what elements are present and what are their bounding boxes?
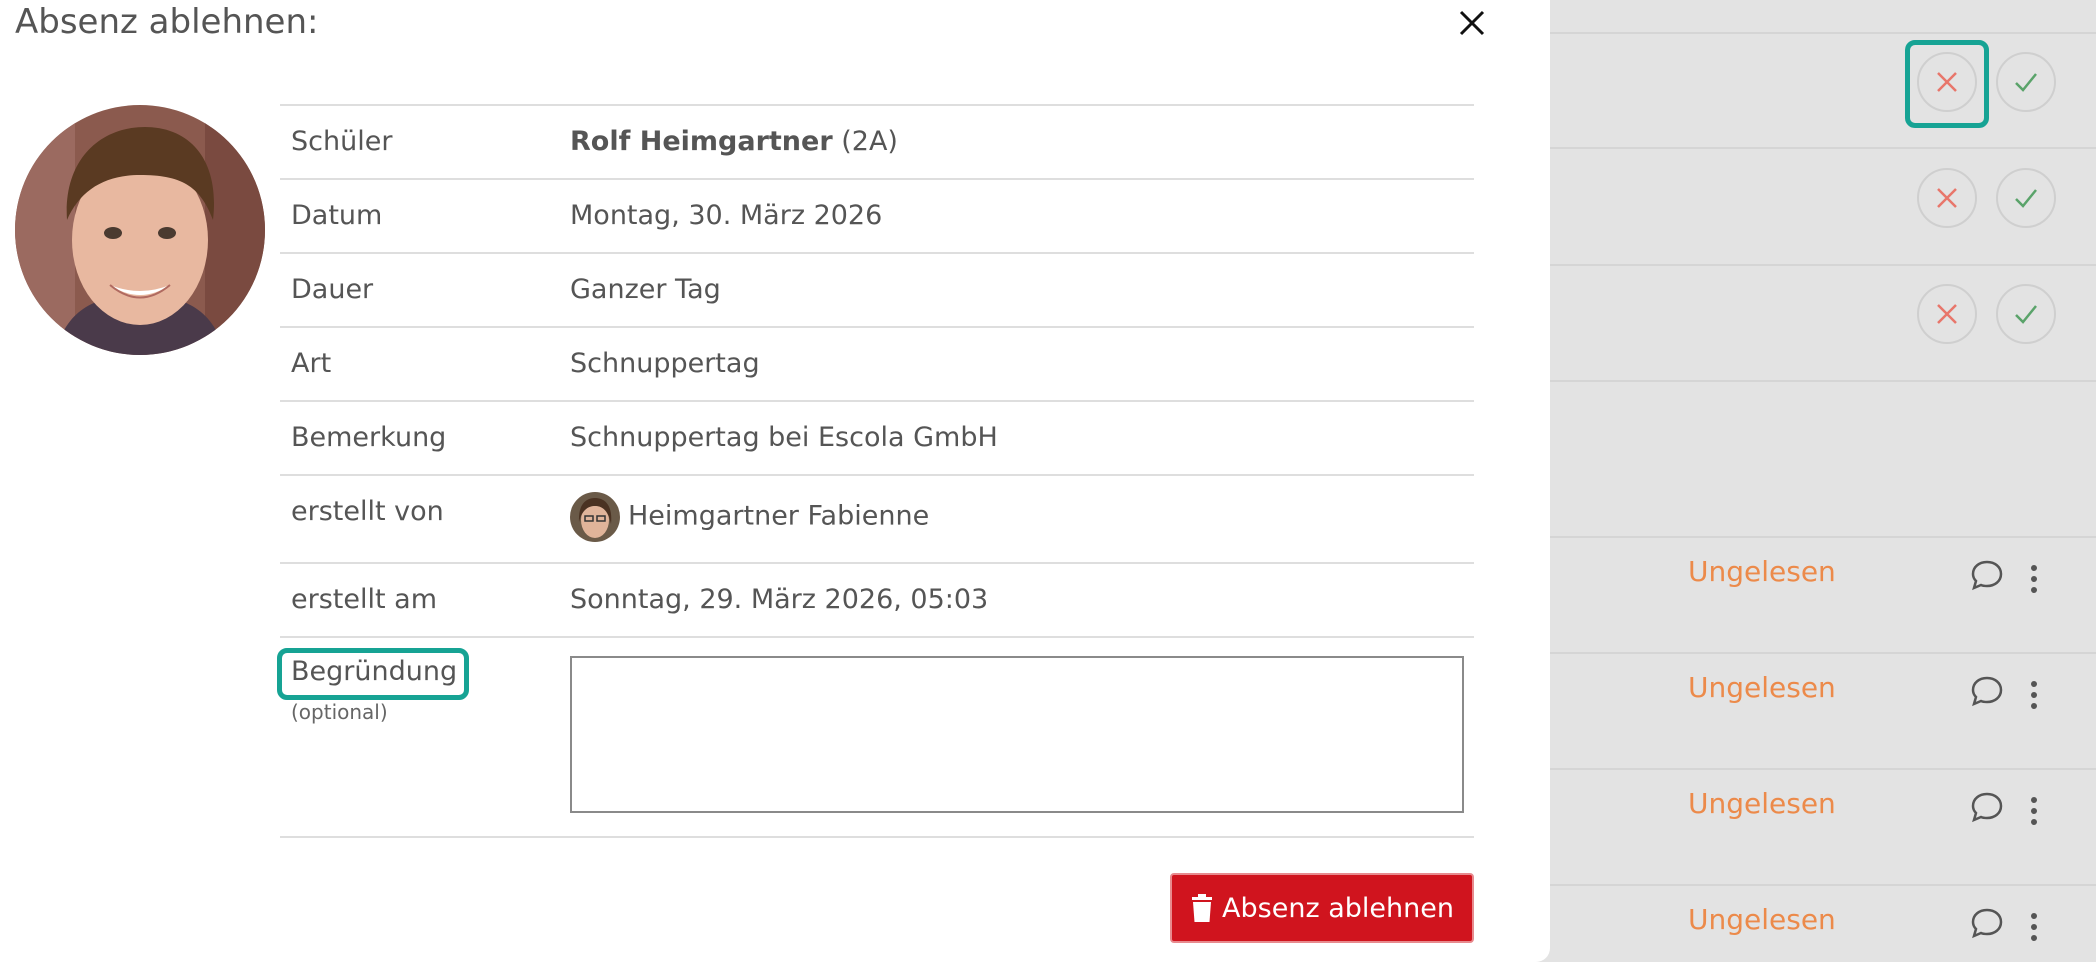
detail-value: Schnuppertag bei Escola GmbH bbox=[570, 422, 998, 453]
check-icon bbox=[2015, 305, 2037, 324]
detail-label: Bemerkung bbox=[291, 422, 447, 453]
divider bbox=[1550, 380, 2096, 382]
comment-icon[interactable] bbox=[1970, 906, 2004, 940]
creator-avatar bbox=[570, 492, 620, 542]
divider bbox=[1550, 652, 2096, 654]
more-menu-icon[interactable] bbox=[2027, 679, 2041, 713]
detail-label: Schüler bbox=[291, 126, 393, 157]
reject-absence-button[interactable]: Absenz ablehnen bbox=[1170, 873, 1474, 943]
detail-row-created-by: erstellt von Heimgartner Fabienne bbox=[280, 474, 1474, 562]
divider bbox=[1550, 884, 2096, 886]
modal-title: Absenz ablehnen: bbox=[15, 2, 319, 42]
divider bbox=[1550, 264, 2096, 266]
detail-value: Sonntag, 29. März 2026, 05:03 bbox=[570, 584, 989, 615]
status-badge: Ungelesen bbox=[1688, 555, 1836, 588]
creator-name: Heimgartner Fabienne bbox=[628, 500, 930, 532]
comment-icon[interactable] bbox=[1970, 790, 2004, 824]
comment-icon[interactable] bbox=[1970, 558, 2004, 592]
detail-value: Rolf Heimgartner (2A) bbox=[570, 126, 898, 157]
detail-row-reason: Begründung (optional) bbox=[277, 636, 1474, 838]
student-name: Rolf Heimgartner bbox=[570, 126, 833, 157]
reject-button[interactable] bbox=[1917, 52, 1977, 112]
reason-textarea[interactable] bbox=[570, 656, 1464, 813]
absence-details-table: Schüler Rolf Heimgartner (2A) Datum Mont… bbox=[277, 104, 1474, 838]
status-badge: Ungelesen bbox=[1688, 671, 1836, 704]
student-avatar bbox=[15, 105, 265, 355]
divider bbox=[1550, 768, 2096, 770]
detail-label: Datum bbox=[291, 200, 383, 231]
more-menu-icon[interactable] bbox=[2027, 911, 2041, 945]
detail-value: Schnuppertag bbox=[570, 348, 760, 379]
check-icon bbox=[2015, 73, 2037, 92]
divider bbox=[1550, 32, 2096, 34]
detail-value: Ganzer Tag bbox=[570, 274, 721, 305]
close-icon bbox=[1937, 304, 1957, 324]
comment-icon[interactable] bbox=[1970, 674, 2004, 708]
close-icon bbox=[1937, 72, 1957, 92]
divider bbox=[1550, 147, 2096, 149]
approve-button[interactable] bbox=[1996, 284, 2056, 344]
reason-label: Begründung bbox=[291, 656, 458, 687]
approve-button[interactable] bbox=[1996, 168, 2056, 228]
detail-label: erstellt am bbox=[291, 584, 437, 615]
detail-label: Dauer bbox=[291, 274, 374, 305]
detail-row-type: Art Schnuppertag bbox=[280, 326, 1474, 400]
more-menu-icon[interactable] bbox=[2027, 563, 2041, 597]
student-class: (2A) bbox=[832, 126, 898, 157]
close-icon[interactable] bbox=[1455, 6, 1489, 40]
detail-label: Art bbox=[291, 348, 332, 379]
reject-absence-modal: Absenz ablehnen: Schüler Rolf Heimgartne… bbox=[0, 0, 1550, 962]
status-badge: Ungelesen bbox=[1688, 903, 1836, 936]
reject-button[interactable] bbox=[1917, 168, 1977, 228]
detail-row-date: Datum Montag, 30. März 2026 bbox=[280, 178, 1474, 252]
detail-row-remark: Bemerkung Schnuppertag bei Escola GmbH bbox=[280, 400, 1474, 474]
detail-label: erstellt von bbox=[291, 496, 444, 527]
more-menu-icon[interactable] bbox=[2027, 795, 2041, 829]
detail-value: Montag, 30. März 2026 bbox=[570, 200, 883, 231]
reason-hint: (optional) bbox=[291, 700, 388, 724]
divider bbox=[1550, 536, 2096, 538]
reject-button[interactable] bbox=[1917, 284, 1977, 344]
reject-absence-button-label: Absenz ablehnen bbox=[1222, 892, 1454, 924]
status-badge: Ungelesen bbox=[1688, 787, 1836, 820]
detail-row-student: Schüler Rolf Heimgartner (2A) bbox=[280, 104, 1474, 178]
close-icon bbox=[1937, 188, 1957, 208]
check-icon bbox=[2015, 189, 2037, 208]
detail-row-duration: Dauer Ganzer Tag bbox=[280, 252, 1474, 326]
trash-icon bbox=[1192, 894, 1213, 922]
approve-button[interactable] bbox=[1996, 52, 2056, 112]
detail-row-created-at: erstellt am Sonntag, 29. März 2026, 05:0… bbox=[280, 562, 1474, 636]
detail-value: Heimgartner Fabienne bbox=[570, 492, 929, 542]
